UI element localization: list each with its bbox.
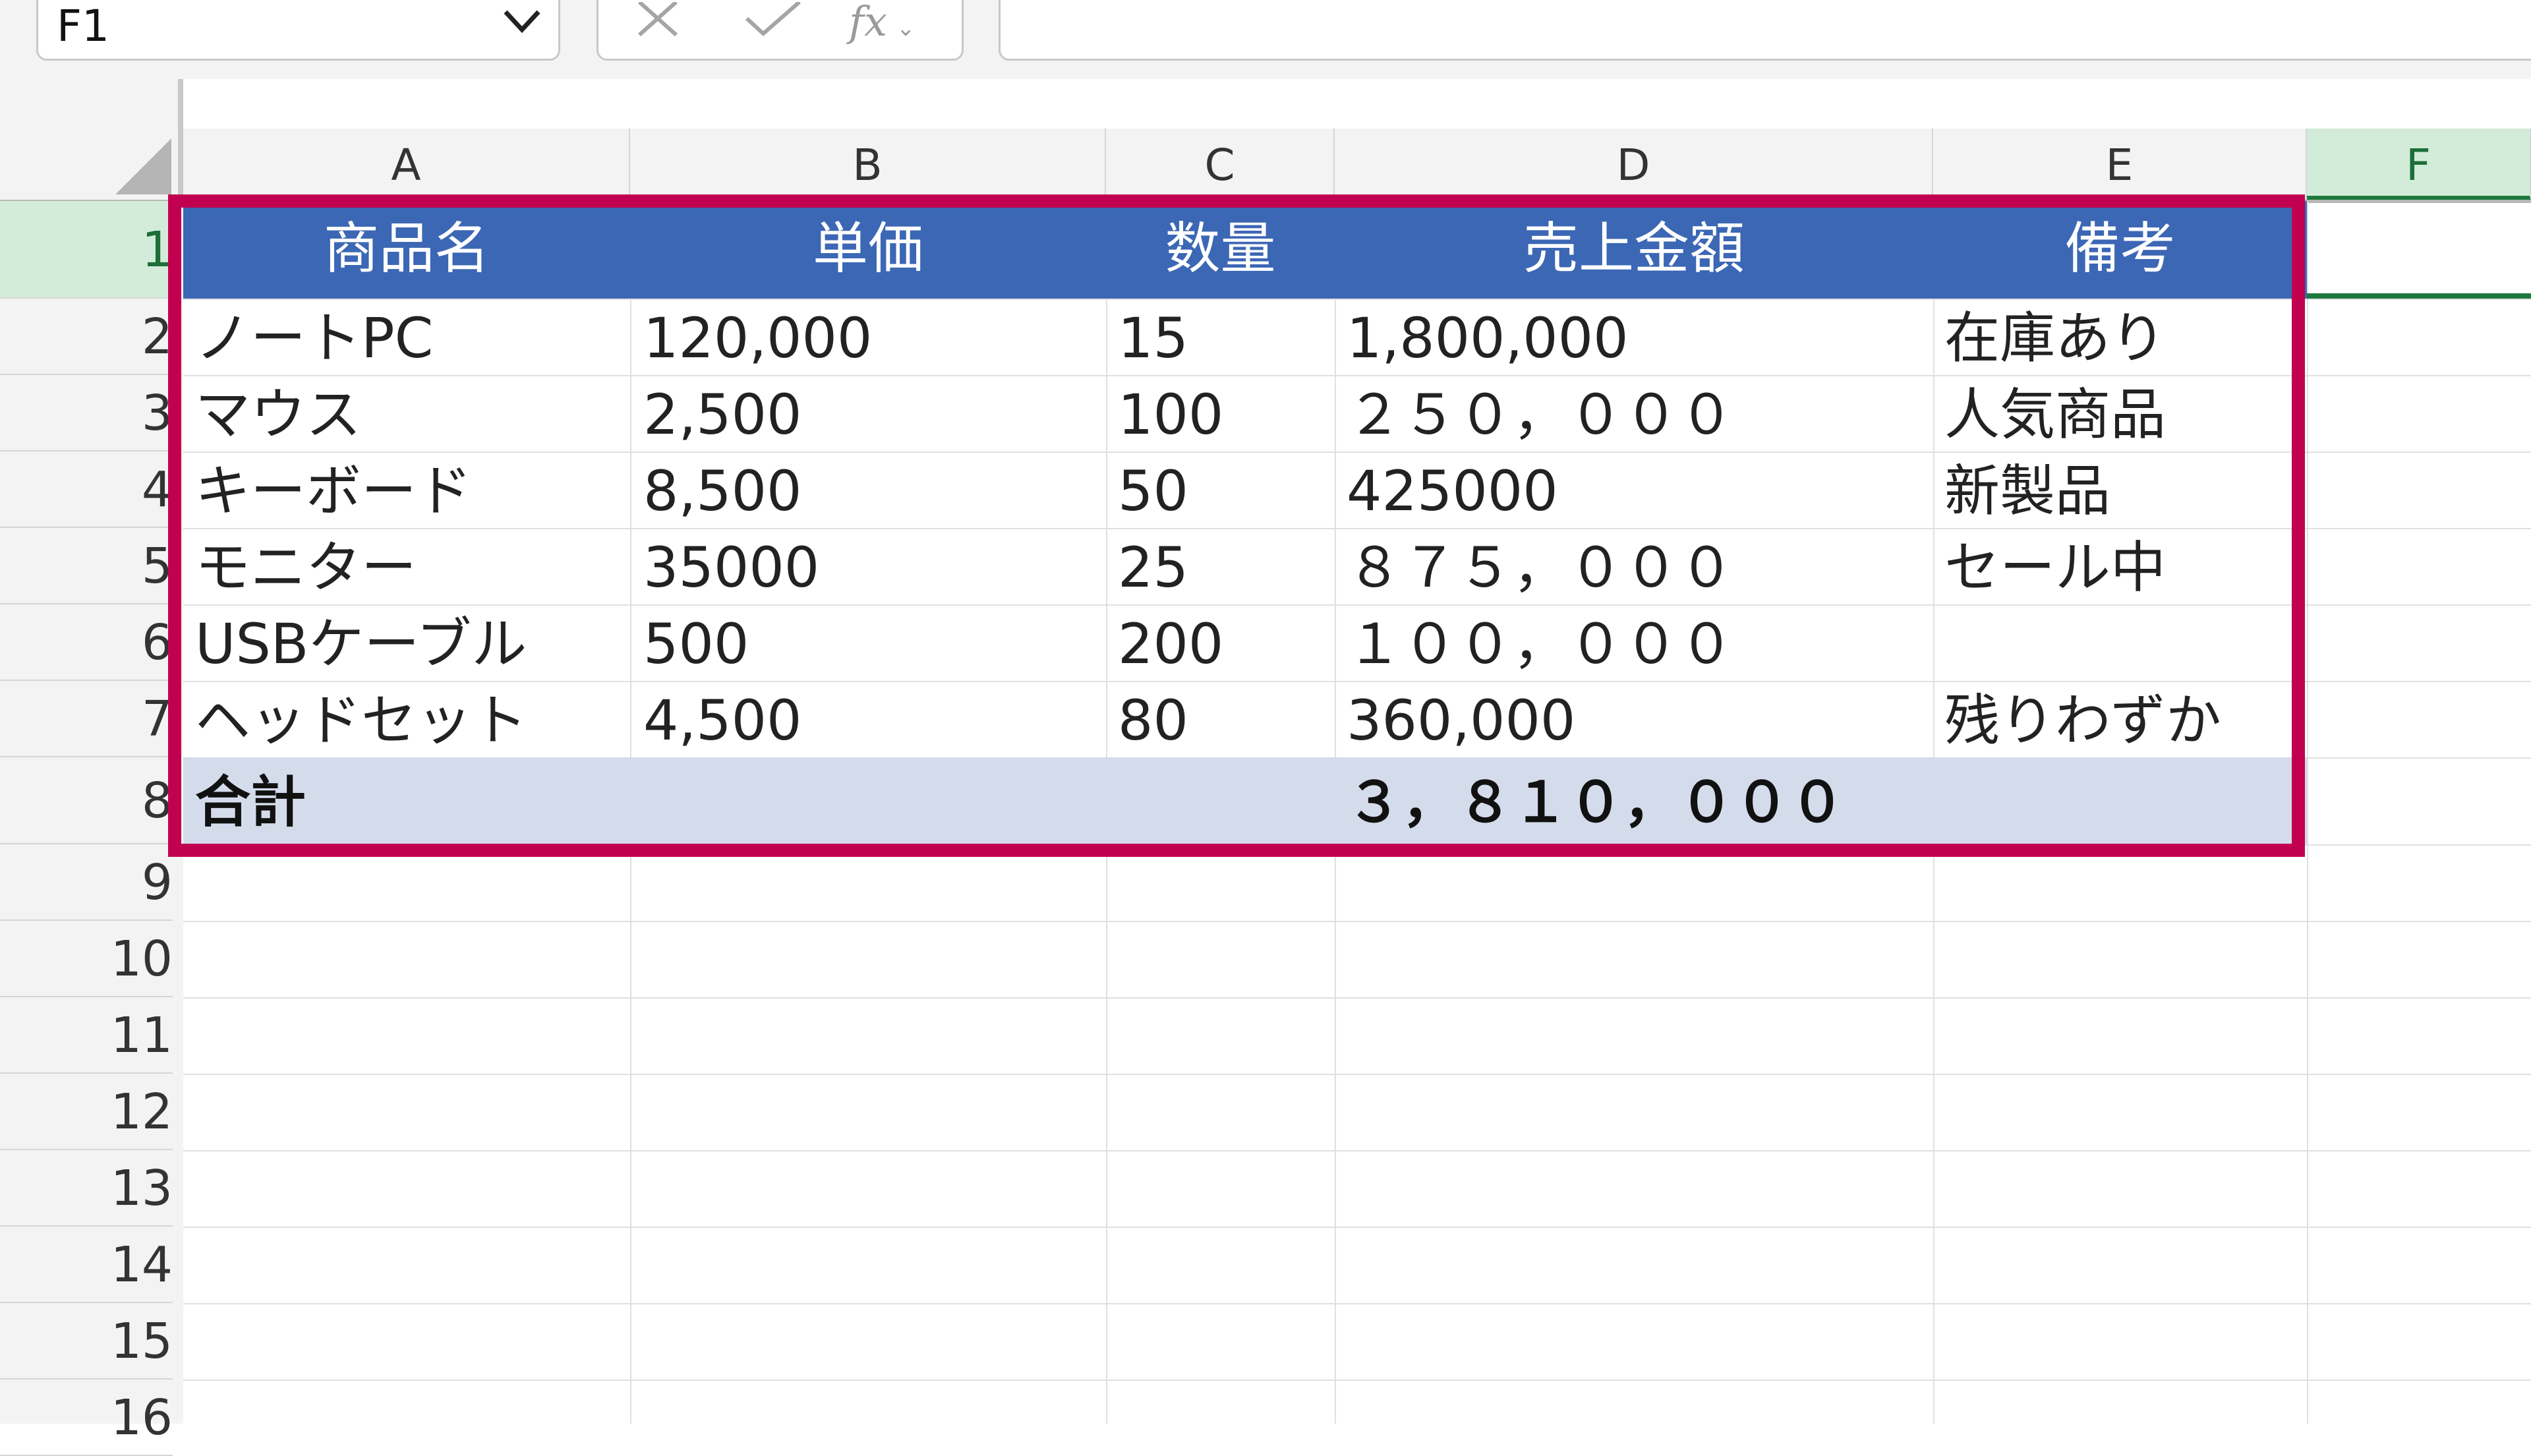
gridline (183, 1150, 2531, 1151)
table-cell[interactable]: モニター (195, 540, 417, 595)
row-header-6[interactable]: 6 (0, 604, 173, 681)
table-cell[interactable]: 50 (1118, 463, 1188, 519)
table-cell[interactable]: 80 (1118, 693, 1188, 748)
table-cell[interactable]: 120,000 (643, 310, 872, 366)
column-header-b[interactable]: B (630, 129, 1106, 201)
header-cell-notes[interactable]: 備考 (1933, 221, 2307, 276)
gridline (183, 375, 2531, 376)
column-header-c[interactable]: C (1106, 129, 1335, 201)
gridline (183, 1303, 2531, 1304)
gridline (183, 299, 2531, 300)
table-cell[interactable]: 2,500 (643, 387, 801, 442)
row-header-12[interactable]: 12 (0, 1074, 173, 1150)
gridline (183, 451, 2531, 453)
table-cell[interactable]: ２５０，０００ (1347, 387, 1734, 442)
row-header-14[interactable]: 14 (0, 1227, 173, 1303)
row-header-1[interactable]: 1 (0, 201, 173, 299)
table-cell[interactable]: ヘッドセット (195, 693, 527, 748)
table-cell[interactable]: 8,500 (643, 463, 801, 519)
total-value[interactable]: ３，８１０，０００ (1347, 774, 1845, 830)
row-header-15[interactable]: 15 (0, 1303, 173, 1380)
row-header-2[interactable]: 2 (0, 299, 173, 375)
chevron-down-icon[interactable] (499, 2, 545, 42)
row-header-9[interactable]: 9 (0, 844, 173, 921)
table-cell[interactable]: USBケーブル (195, 616, 527, 672)
table-cell[interactable]: ８７５，０００ (1347, 540, 1734, 595)
column-header-e[interactable]: E (1933, 129, 2307, 201)
table-total-row (183, 757, 2307, 844)
table-cell[interactable]: 在庫あり (1944, 310, 2166, 366)
formula-bar: F1 fx ⌄ (0, 0, 2531, 79)
column-header-d[interactable]: D (1335, 129, 1933, 201)
table-cell[interactable]: 360,000 (1347, 693, 1575, 748)
column-header-f[interactable]: F (2307, 129, 2531, 201)
row-header-10[interactable]: 10 (0, 921, 173, 997)
table-cell[interactable]: 500 (643, 616, 749, 672)
gridline (183, 1380, 2531, 1381)
table-cell[interactable]: 200 (1118, 616, 1223, 672)
row-header-13[interactable]: 13 (0, 1150, 173, 1227)
row-header-8[interactable]: 8 (0, 757, 173, 844)
gridline (183, 997, 2531, 999)
row-header-3[interactable]: 3 (0, 375, 173, 451)
table-cell[interactable]: 新製品 (1944, 463, 2110, 519)
total-label[interactable]: 合計 (195, 774, 306, 830)
table-cell[interactable]: 4,500 (643, 693, 801, 748)
gridline (183, 681, 2531, 682)
header-cell-quantity[interactable]: 数量 (1106, 221, 1335, 276)
gridline (183, 1074, 2531, 1075)
name-box[interactable]: F1 (36, 0, 560, 61)
table-cell[interactable]: セール中 (1944, 540, 2166, 595)
table-cell[interactable]: 35000 (643, 540, 819, 595)
table-cell[interactable]: 1,800,000 (1347, 310, 1629, 366)
header-cell-product[interactable]: 商品名 (183, 221, 630, 276)
table-cell[interactable]: キーボード (195, 463, 472, 519)
row-header-4[interactable]: 4 (0, 451, 173, 528)
gridline (183, 921, 2531, 922)
row-header-5[interactable]: 5 (0, 528, 173, 604)
insert-function-icon[interactable]: fx ⌄ (849, 0, 941, 45)
table-cell[interactable]: 25 (1118, 540, 1188, 595)
formula-input[interactable] (999, 0, 2531, 61)
header-cell-unit-price[interactable]: 単価 (630, 221, 1106, 276)
name-box-value: F1 (57, 1, 109, 51)
cell-grid[interactable]: 商品名 単価 数量 売上金額 備考 ノートPC 120,000 15 1,800… (183, 201, 2531, 1424)
table-cell[interactable]: １００，０００ (1347, 616, 1734, 672)
gridline (183, 1227, 2531, 1228)
table-cell[interactable]: ノートPC (195, 310, 433, 366)
formula-buttons: fx ⌄ (596, 0, 964, 61)
table-cell[interactable]: 15 (1118, 310, 1188, 366)
gridline (183, 844, 2531, 846)
table-cell[interactable]: 残りわずか (1944, 693, 2221, 748)
gridline (2307, 201, 2308, 1424)
fx-label: fx (849, 0, 887, 45)
gridline (183, 604, 2531, 606)
row-header-16[interactable]: 16 (0, 1380, 173, 1456)
row-headers: 1 2 3 4 5 6 7 8 9 10 11 12 13 14 15 16 (0, 201, 183, 1456)
row-header-7[interactable]: 7 (0, 681, 173, 757)
table-cell[interactable]: 人気商品 (1944, 387, 2166, 442)
header-cell-sales-amount[interactable]: 売上金額 (1335, 221, 1933, 276)
active-cell-f1[interactable] (2307, 201, 2531, 299)
column-header-a[interactable]: A (183, 129, 630, 201)
select-all-triangle-icon[interactable] (115, 138, 171, 194)
cancel-icon[interactable] (631, 2, 684, 42)
row-header-11[interactable]: 11 (0, 997, 173, 1074)
column-headers: A B C D E F (183, 129, 2531, 201)
checkmark-icon[interactable] (743, 2, 803, 42)
table-cell[interactable]: 425000 (1347, 463, 1558, 519)
table-cell[interactable]: 100 (1118, 387, 1223, 442)
divider (178, 79, 183, 201)
table-cell[interactable]: マウス (195, 387, 361, 442)
gridline (183, 528, 2531, 529)
